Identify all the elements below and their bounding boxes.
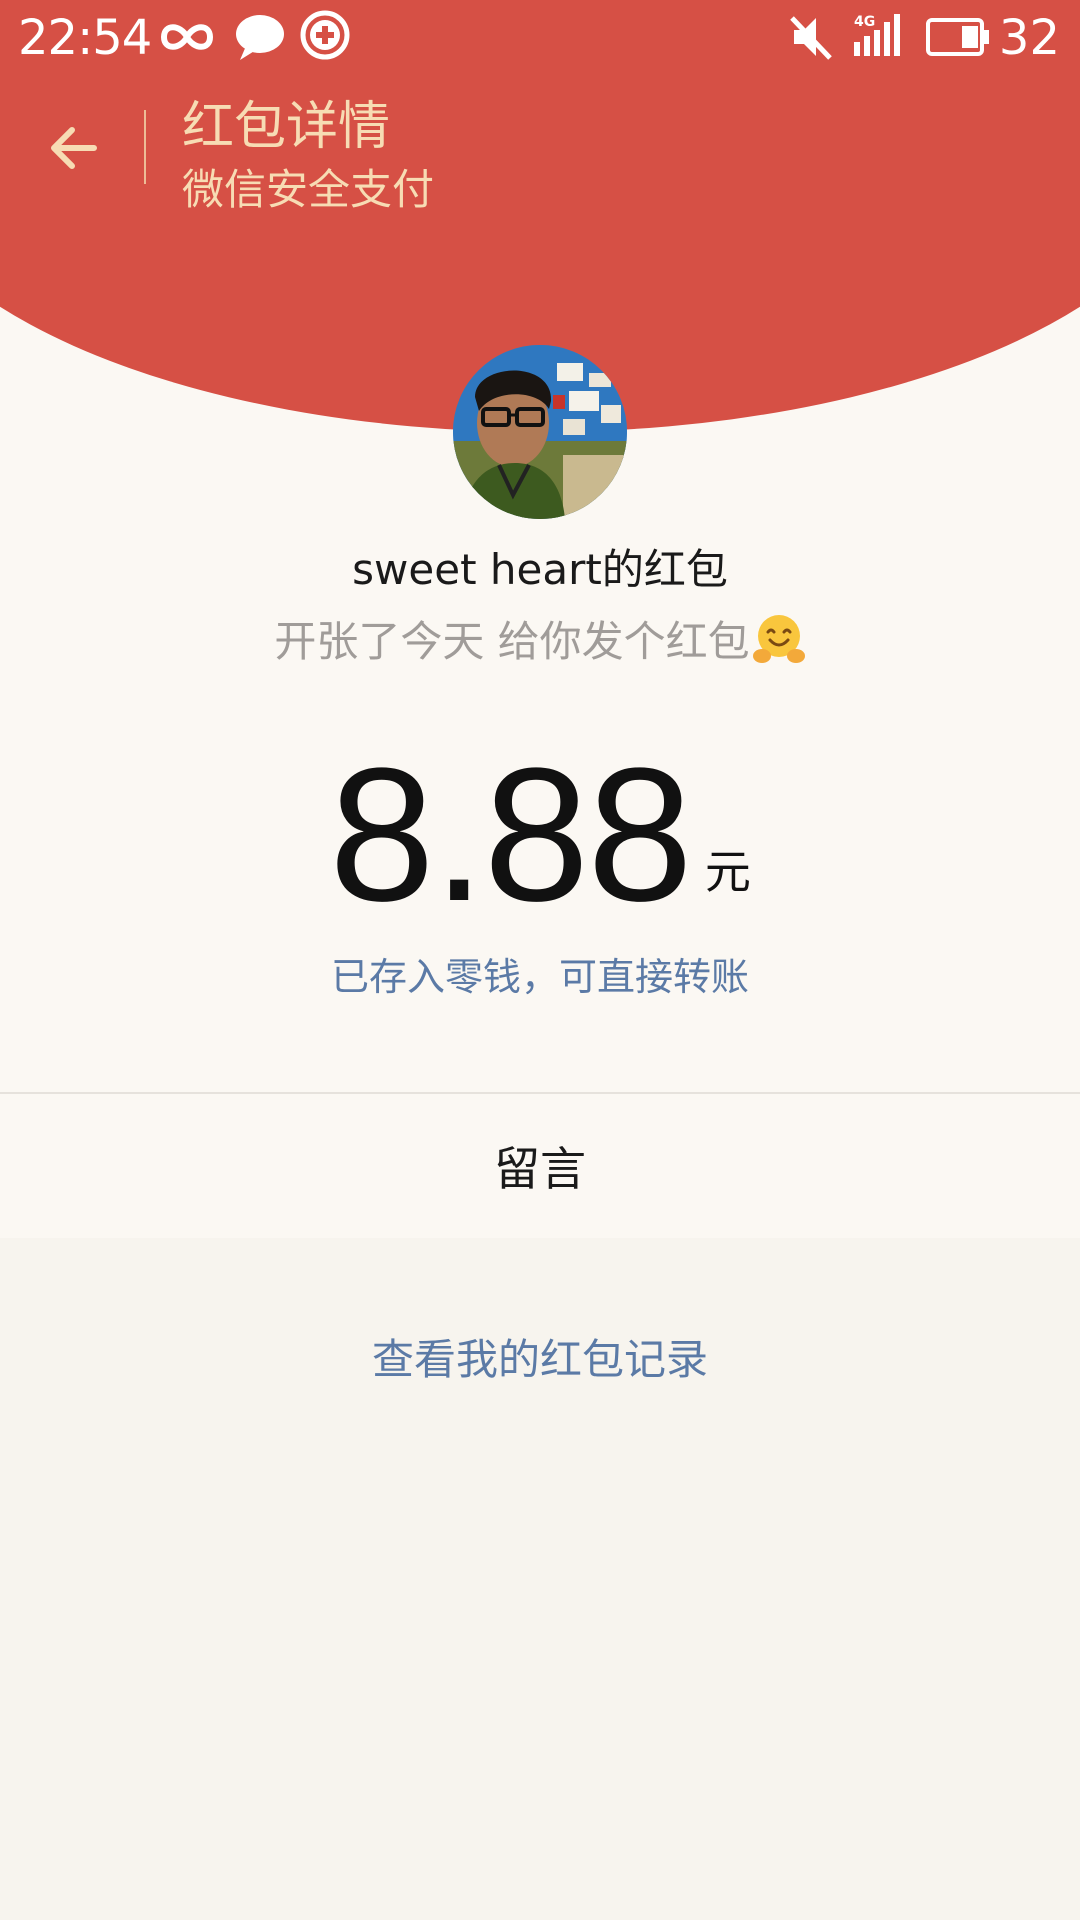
- sender-label: sweet heart的红包: [352, 545, 728, 594]
- battery-level: 32: [998, 10, 1060, 66]
- amount-unit: 元: [704, 845, 751, 899]
- red-packet-detail-screen: 22:54 4G 32 红包详情 微信安全支付 sweet heart的红包 开…: [0, 0, 1080, 1920]
- sender-avatar[interactable]: [453, 345, 627, 519]
- mute-icon: [790, 16, 832, 60]
- chat-bubble-icon: [236, 15, 284, 60]
- hug-smile-emoji: [752, 615, 805, 663]
- view-records-link[interactable]: 查看我的红包记录: [0, 1326, 1080, 1387]
- medical-app-icon: [300, 10, 350, 60]
- leave-message-button[interactable]: 留言: [0, 1094, 1080, 1238]
- greeting-message: 开张了今天 给你发个红包: [0, 608, 1080, 669]
- battery-icon: [926, 18, 989, 56]
- signal-icon: 4G: [854, 14, 900, 56]
- back-arrow-icon[interactable]: [44, 118, 104, 178]
- svg-text:4G: 4G: [854, 14, 875, 30]
- amount-row: 8.88 元: [0, 740, 1080, 930]
- page-title: 红包详情: [182, 97, 391, 157]
- deposit-note-link[interactable]: 已存入零钱，可直接转账: [0, 946, 1080, 1001]
- infinity-icon: [160, 24, 214, 50]
- amount-value: 8.88: [329, 729, 693, 941]
- app-bar-divider: [144, 110, 146, 184]
- page-subtitle: 微信安全支付: [182, 165, 435, 214]
- status-bar: 22:54 4G 32: [0, 0, 1080, 78]
- greeting-text: 开张了今天 给你发个红包: [274, 617, 750, 666]
- status-time: 22:54: [18, 10, 152, 66]
